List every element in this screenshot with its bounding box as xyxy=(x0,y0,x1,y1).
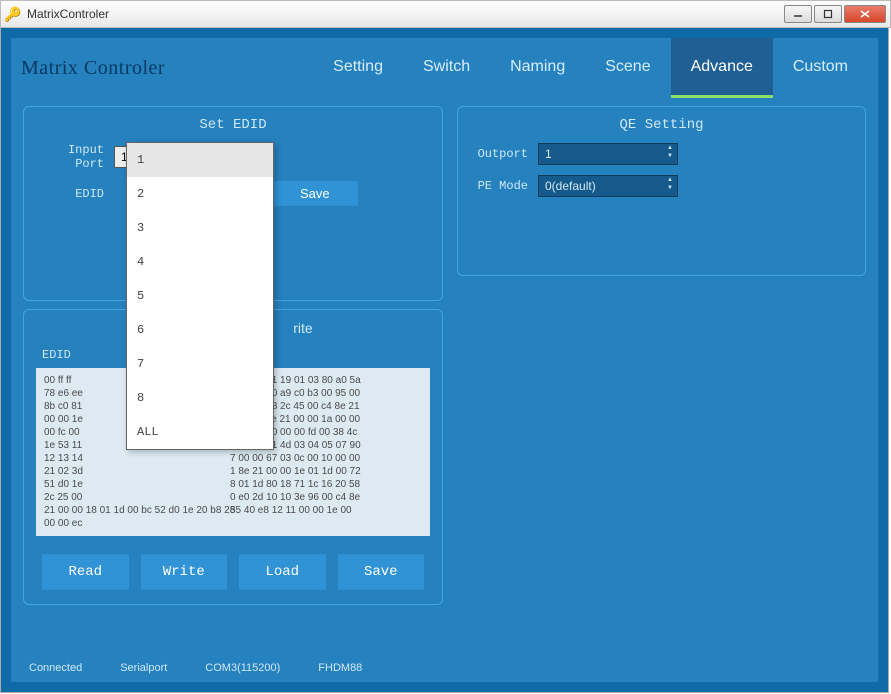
dropdown-item-1[interactable]: 1 xyxy=(127,143,273,177)
set-edid-save-button[interactable]: Save xyxy=(272,181,358,206)
main-tabs: Setting Switch Naming Scene Advance Cust… xyxy=(313,38,868,98)
dropdown-item-4[interactable]: 4 xyxy=(127,245,273,279)
edid-rw-title-text: rite xyxy=(293,320,312,336)
dropdown-item-2[interactable]: 2 xyxy=(127,177,273,211)
label-outport: Outport xyxy=(470,147,528,161)
left-column: Set EDID Input Port 1 ▲▼ EDID Save xyxy=(23,106,443,605)
select-pemode-value: 0(default) xyxy=(545,179,596,193)
hex-left-col: 00 ff ff 78 e6 ee 8b c0 81 00 00 1e 00 f… xyxy=(44,374,100,530)
row-pemode: PE Mode 0(default) ▲▼ xyxy=(470,175,853,197)
tab-advance[interactable]: Advance xyxy=(671,38,773,98)
label-input-port: Input Port xyxy=(36,143,104,171)
tab-naming[interactable]: Naming xyxy=(490,38,585,98)
select-pemode[interactable]: 0(default) ▲▼ xyxy=(538,175,678,197)
select-outport[interactable]: 1 ▲▼ xyxy=(538,143,678,165)
dropdown-item-all[interactable]: ALL xyxy=(127,415,273,449)
status-com: COM3(115200) xyxy=(205,662,280,674)
save-button[interactable]: Save xyxy=(338,554,425,590)
panel-qe-setting: QE Setting Outport 1 ▲▼ PE Mode 0(defaul… xyxy=(457,106,866,276)
dropdown-item-5[interactable]: 5 xyxy=(127,279,273,313)
label-edid: EDID xyxy=(36,187,104,201)
spinner-icon: ▲▼ xyxy=(667,145,673,159)
content-area: Set EDID Input Port 1 ▲▼ EDID Save xyxy=(11,98,878,613)
load-button[interactable]: Load xyxy=(239,554,326,590)
status-device: FHDM88 xyxy=(318,662,362,674)
dropdown-item-8[interactable]: 8 xyxy=(127,381,273,415)
app-inner: Matrix Controler Setting Switch Naming S… xyxy=(11,38,878,682)
tab-custom[interactable]: Custom xyxy=(773,38,868,98)
window-maximize-button[interactable] xyxy=(814,5,842,23)
window-close-button[interactable] xyxy=(844,5,886,23)
app-header: Matrix Controler Setting Switch Naming S… xyxy=(11,38,878,98)
dropdown-item-7[interactable]: 7 xyxy=(127,347,273,381)
tab-setting[interactable]: Setting xyxy=(313,38,403,98)
qe-title: QE Setting xyxy=(470,117,853,133)
window-title: MatrixControler xyxy=(27,7,109,21)
spinner-icon: ▲▼ xyxy=(667,177,673,191)
app-title: Matrix Controler xyxy=(21,57,165,80)
select-outport-value: 1 xyxy=(545,147,552,161)
label-pemode: PE Mode xyxy=(470,179,528,193)
panel-set-edid: Set EDID Input Port 1 ▲▼ EDID Save xyxy=(23,106,443,301)
write-button[interactable]: Write xyxy=(141,554,228,590)
row-outport: Outport 1 ▲▼ xyxy=(470,143,853,165)
input-port-dropdown[interactable]: 1 2 3 4 5 6 7 8 ALL xyxy=(126,142,274,450)
tab-scene[interactable]: Scene xyxy=(585,38,670,98)
read-button[interactable]: Read xyxy=(42,554,129,590)
right-column: QE Setting Outport 1 ▲▼ PE Mode 0(defaul… xyxy=(457,106,866,605)
edid-button-row: Read Write Load Save xyxy=(36,554,430,590)
tab-switch[interactable]: Switch xyxy=(403,38,490,98)
window-buttons xyxy=(782,5,886,23)
window-titlebar: 🔑 MatrixControler xyxy=(0,0,891,28)
status-bar: Connected Serialport COM3(115200) FHDM88 xyxy=(11,654,878,682)
set-edid-title: Set EDID xyxy=(36,117,430,133)
status-serialport: Serialport xyxy=(120,662,167,674)
status-connected: Connected xyxy=(29,662,82,674)
app-body: Matrix Controler Setting Switch Naming S… xyxy=(0,28,889,693)
app-key-icon: 🔑 xyxy=(5,6,21,22)
window-minimize-button[interactable] xyxy=(784,5,812,23)
dropdown-item-3[interactable]: 3 xyxy=(127,211,273,245)
dropdown-item-6[interactable]: 6 xyxy=(127,313,273,347)
